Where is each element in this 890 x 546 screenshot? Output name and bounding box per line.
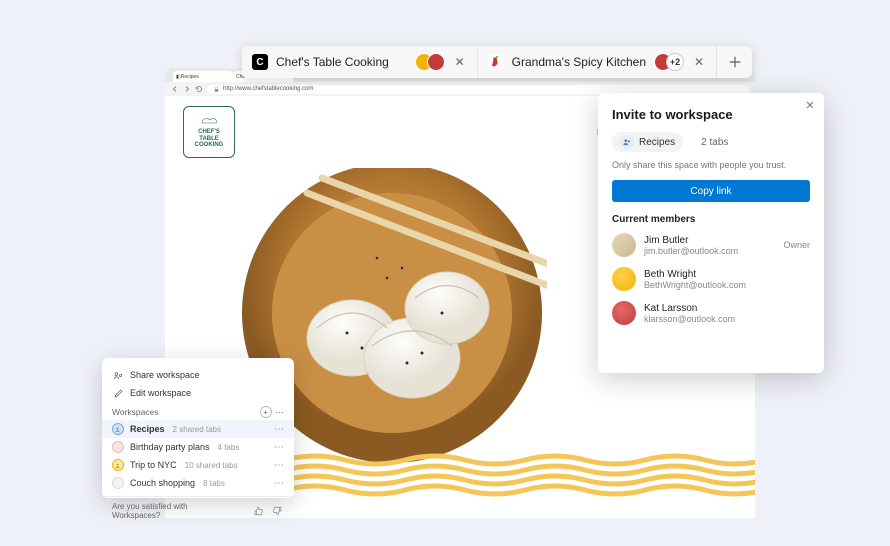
forward-icon[interactable]: [183, 85, 191, 93]
tab-title: Chef's Table Cooking: [276, 55, 407, 69]
more-icon[interactable]: ⋯: [274, 460, 284, 471]
workspace-item-birthday[interactable]: Birthday party plans 4 tabs ⋯: [102, 438, 294, 456]
workspace-name: Recipes: [639, 137, 675, 148]
member-row: Jim Butler jim.butler@outlook.com Owner: [612, 233, 810, 257]
share-icon: [112, 369, 124, 381]
tab-presence: +2: [654, 53, 684, 71]
lock-icon: [213, 86, 220, 93]
presence-overflow-badge: +2: [666, 53, 684, 71]
back-icon[interactable]: [171, 85, 179, 93]
floating-tab-bar: C Chef's Table Cooking ✕ Grandma's Spicy…: [242, 46, 752, 78]
pencil-icon: [112, 387, 124, 399]
avatar: [612, 301, 636, 325]
tab-title: Grandma's Spicy Kitchen: [512, 55, 646, 69]
workspace-chip[interactable]: Recipes: [612, 132, 683, 152]
close-icon[interactable]: ✕: [692, 55, 706, 69]
more-icon[interactable]: ⋯: [274, 478, 284, 489]
more-icon[interactable]: ⋯: [274, 424, 284, 435]
member-name: Jim Butler: [644, 235, 775, 246]
workspace-color-icon: [112, 477, 124, 489]
edit-workspace-item[interactable]: Edit workspace: [102, 384, 294, 402]
site-logo[interactable]: CHEF'STABLECOOKING: [183, 106, 235, 158]
member-name: Kat Larsson: [644, 303, 810, 314]
close-icon[interactable]: ✕: [804, 99, 816, 111]
workspace-color-icon: [112, 423, 124, 435]
favicon-icon: [488, 54, 504, 70]
workspace-color-icon: [112, 459, 124, 471]
member-row: Beth Wright BethWright@outlook.com: [612, 267, 810, 291]
plus-icon: [728, 55, 742, 69]
tab-presence: [415, 53, 445, 71]
share-workspace-item[interactable]: Share workspace: [102, 366, 294, 384]
invite-panel: ✕ Invite to workspace Recipes 2 tabs Onl…: [598, 93, 824, 373]
member-name: Beth Wright: [644, 269, 810, 280]
member-email: klarsson@outlook.com: [644, 314, 810, 324]
invite-title: Invite to workspace: [612, 107, 810, 122]
feedback-row: Are you satisfied with Workspaces?: [102, 496, 294, 520]
workspace-item-recipes[interactable]: Recipes 2 shared tabs ⋯: [102, 420, 294, 438]
members-heading: Current members: [612, 214, 810, 225]
tab-count: 2 tabs: [701, 137, 728, 148]
tab-grandmas-kitchen[interactable]: Grandma's Spicy Kitchen +2 ✕: [478, 46, 716, 78]
member-email: BethWright@outlook.com: [644, 280, 810, 290]
member-email: jim.butler@outlook.com: [644, 246, 775, 256]
tab-chefs-table[interactable]: C Chef's Table Cooking ✕: [242, 46, 478, 78]
new-tab-button[interactable]: [716, 46, 752, 78]
background-tab[interactable]: ◧ Recipes: [173, 71, 233, 82]
workspace-people-icon: [620, 135, 634, 149]
avatar: [612, 233, 636, 257]
thumbs-down-icon[interactable]: [272, 505, 284, 517]
trust-note: Only share this space with people you tr…: [612, 160, 810, 170]
member-row: Kat Larsson klarsson@outlook.com: [612, 301, 810, 325]
workspace-color-icon: [112, 441, 124, 453]
refresh-icon[interactable]: [195, 85, 203, 93]
workspace-item-trip[interactable]: Trip to NYC 10 shared tabs ⋯: [102, 456, 294, 474]
avatar: [612, 267, 636, 291]
workspace-item-couch[interactable]: Couch shopping 8 tabs ⋯: [102, 474, 294, 492]
more-icon[interactable]: ⋯: [276, 407, 285, 418]
more-icon[interactable]: ⋯: [274, 442, 284, 453]
copy-link-button[interactable]: Copy link: [612, 180, 810, 202]
workspace-menu: Share workspace Edit workspace Workspace…: [102, 358, 294, 498]
favicon-icon: C: [252, 54, 268, 70]
thumbs-up-icon[interactable]: [252, 505, 264, 517]
url-text: http://www.chefstablecooking.com: [223, 86, 313, 92]
add-workspace-button[interactable]: +: [260, 406, 272, 418]
member-role: Owner: [783, 240, 810, 250]
workspaces-heading: Workspaces + ⋯: [102, 402, 294, 420]
close-icon[interactable]: ✕: [453, 55, 467, 69]
